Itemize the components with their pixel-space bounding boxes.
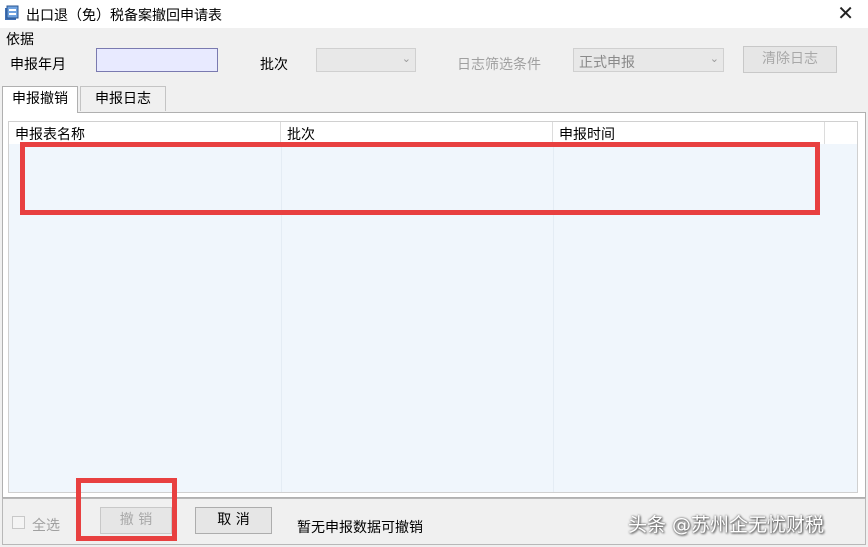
column-header-declare-time[interactable]: 申报时间 — [553, 122, 825, 144]
column-header-form-name[interactable]: 申报表名称 — [9, 122, 281, 144]
cancel-button[interactable]: 取 消 — [195, 507, 272, 534]
batch-label: 批次 — [260, 57, 288, 73]
window-title: 出口退（免）税备案撤回申请表 — [26, 8, 222, 24]
tab-revoke[interactable]: 申报撤销 — [2, 86, 78, 113]
title-bar: 出口退（免）税备案撤回申请表 ✕ — [0, 0, 868, 28]
period-input[interactable] — [96, 48, 218, 72]
basis-group-label: 依据 — [6, 32, 34, 48]
select-all-label: 全选 — [32, 518, 60, 534]
batch-dropdown[interactable]: ⌄ — [316, 48, 416, 72]
select-all-checkbox[interactable] — [12, 516, 25, 529]
period-label: 申报年月 — [10, 57, 66, 73]
highlight-box-table — [20, 142, 820, 215]
status-text: 暂无申报数据可撤销 — [297, 520, 423, 536]
watermark: 头条 @苏州企无忧财税 — [628, 514, 825, 536]
log-filter-label: 日志筛选条件 — [457, 57, 541, 73]
column-header-batch[interactable]: 批次 — [281, 122, 553, 144]
app-window-icon — [4, 5, 20, 21]
clear-log-button[interactable]: 清除日志 — [743, 46, 837, 73]
tab-log[interactable]: 申报日志 — [80, 86, 166, 111]
log-filter-value: 正式申报 — [579, 55, 635, 71]
chevron-down-icon: ⌄ — [401, 52, 411, 65]
list-header: 申报表名称 批次 申报时间 — [9, 122, 857, 144]
chevron-down-icon: ⌄ — [709, 52, 719, 65]
highlight-box-revoke — [76, 478, 177, 541]
close-icon[interactable]: ✕ — [837, 1, 854, 25]
log-filter-dropdown[interactable]: 正式申报 ⌄ — [573, 48, 724, 72]
